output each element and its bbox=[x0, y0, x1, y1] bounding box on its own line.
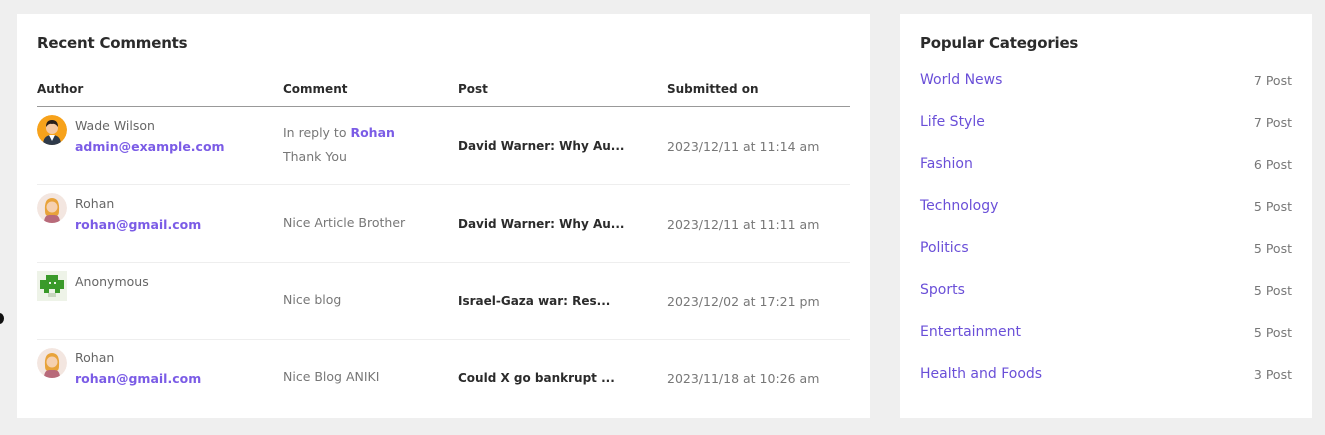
category-count: 5 Post bbox=[1253, 325, 1292, 340]
comment-author-name: Wade Wilson bbox=[75, 118, 155, 133]
comment-submitted-date: 2023/12/11 at 11:14 am bbox=[667, 139, 820, 154]
comment-author-email[interactable]: rohan@gmail.com bbox=[75, 217, 201, 232]
category-link[interactable]: Entertainment bbox=[920, 324, 1021, 340]
table-row: Rohan rohan@gmail.com Nice Blog ANIKI Co… bbox=[37, 340, 850, 410]
category-item: Sports 5 Post bbox=[920, 282, 1292, 302]
comment-author-email[interactable]: admin@example.com bbox=[75, 139, 225, 154]
category-item: Health and Foods 3 Post bbox=[920, 366, 1292, 386]
comment-submitted-date: 2023/12/11 at 11:11 am bbox=[667, 217, 820, 232]
comment-submitted-date: 2023/12/02 at 17:21 pm bbox=[667, 294, 820, 309]
popular-categories-title: Popular Categories bbox=[920, 34, 1079, 52]
header-comment: Comment bbox=[283, 82, 348, 96]
reply-prefix: In reply to bbox=[283, 125, 347, 140]
user-avatar-female-icon[interactable] bbox=[37, 193, 67, 223]
category-link[interactable]: Health and Foods bbox=[920, 366, 1042, 382]
category-item: Entertainment 5 Post bbox=[920, 324, 1292, 344]
reply-to-link[interactable]: Rohan bbox=[350, 125, 394, 140]
category-count: 5 Post bbox=[1253, 283, 1292, 298]
category-item: Fashion 6 Post bbox=[920, 156, 1292, 176]
category-link[interactable]: Technology bbox=[920, 198, 998, 214]
table-row: Rohan rohan@gmail.com Nice Article Broth… bbox=[37, 185, 850, 263]
popular-categories-card: Popular Categories World News 7 Post Lif… bbox=[900, 14, 1312, 418]
recent-comments-title: Recent Comments bbox=[37, 34, 188, 52]
table-row: Anonymous Nice blog Israel-Gaza war: Res… bbox=[37, 263, 850, 340]
table-row: Wade Wilson admin@example.com In reply t… bbox=[37, 107, 850, 185]
category-count: 7 Post bbox=[1253, 115, 1292, 130]
recent-comments-card: Recent Comments Author Comment Post Subm… bbox=[17, 14, 870, 418]
category-count: 5 Post bbox=[1253, 241, 1292, 256]
comment-author-email[interactable]: rohan@gmail.com bbox=[75, 371, 201, 386]
category-link[interactable]: Life Style bbox=[920, 114, 985, 130]
comment-text: Nice Article Brother bbox=[283, 215, 406, 230]
header-submitted: Submitted on bbox=[667, 82, 759, 96]
category-count: 6 Post bbox=[1253, 157, 1292, 172]
comment-author-name: Rohan bbox=[75, 196, 115, 211]
category-item: Politics 5 Post bbox=[920, 240, 1292, 260]
comment-text: Nice Blog ANIKI bbox=[283, 369, 380, 384]
category-item: Technology 5 Post bbox=[920, 198, 1292, 218]
user-avatar-female-icon[interactable] bbox=[37, 348, 67, 378]
comment-post-link[interactable]: David Warner: Why Au... bbox=[458, 139, 624, 153]
category-count: 3 Post bbox=[1253, 367, 1292, 382]
category-item: Life Style 7 Post bbox=[920, 114, 1292, 134]
comment-submitted-date: 2023/11/18 at 10:26 am bbox=[667, 371, 820, 386]
comments-table-header: Author Comment Post Submitted on bbox=[37, 82, 850, 107]
header-post: Post bbox=[458, 82, 488, 96]
category-count: 7 Post bbox=[1253, 73, 1292, 88]
category-link[interactable]: Sports bbox=[920, 282, 965, 298]
comment-text: Nice blog bbox=[283, 292, 342, 307]
category-link[interactable]: Politics bbox=[920, 240, 969, 256]
comment-author-name: Rohan bbox=[75, 350, 115, 365]
comment-post-link[interactable]: David Warner: Why Au... bbox=[458, 217, 624, 231]
header-author: Author bbox=[37, 82, 84, 96]
category-link[interactable]: Fashion bbox=[920, 156, 973, 172]
comment-post-link[interactable]: Could X go bankrupt ... bbox=[458, 371, 615, 385]
category-count: 5 Post bbox=[1253, 199, 1292, 214]
category-link[interactable]: World News bbox=[920, 72, 1002, 88]
edge-handle bbox=[0, 313, 4, 324]
category-item: World News 7 Post bbox=[920, 72, 1292, 92]
reply-line: In reply to Rohan bbox=[283, 125, 395, 140]
user-avatar-male-orange-icon[interactable] bbox=[37, 115, 67, 145]
comment-post-link[interactable]: Israel-Gaza war: Res... bbox=[458, 294, 610, 308]
comment-author-name: Anonymous bbox=[75, 274, 149, 289]
comment-text: Thank You bbox=[283, 149, 347, 164]
identicon-green-icon[interactable] bbox=[37, 271, 67, 301]
